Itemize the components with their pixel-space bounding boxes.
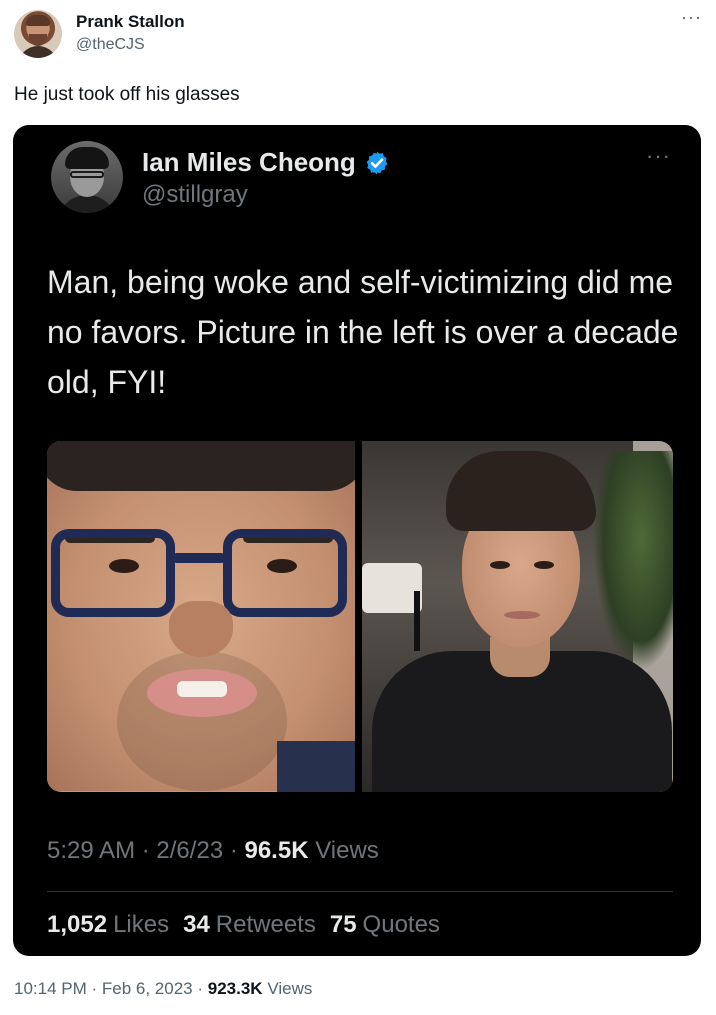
photo-bathtub	[362, 563, 422, 613]
avatar-hair	[26, 15, 50, 26]
quoted-author-name[interactable]: Ian Miles Cheong	[142, 147, 356, 178]
photo-teeth	[177, 681, 227, 697]
photo-hair	[446, 451, 596, 531]
likes-count: 1,052	[47, 911, 108, 938]
photo-mouth	[504, 611, 540, 619]
avatar-glasses	[70, 171, 104, 178]
outer-tweet-meta: 10:14 PM · Feb 6, 2023 · 923.3K Views	[14, 979, 312, 999]
photo-glasses-right-lens	[223, 529, 347, 617]
quotes-label: Quotes	[362, 911, 440, 938]
quotes-stat[interactable]: 75 Quotes	[330, 911, 440, 939]
outer-more-options-icon[interactable]: ···	[681, 8, 702, 26]
quoted-author-name-row[interactable]: Ian Miles Cheong	[142, 147, 390, 178]
outer-author-handle[interactable]: @theCJS	[76, 36, 145, 54]
meta-separator: ·	[91, 979, 102, 998]
outer-tweet-date[interactable]: Feb 6, 2023	[102, 979, 193, 998]
avatar-beard	[29, 34, 47, 46]
outer-tweet-text: He just took off his glasses	[14, 84, 240, 105]
quoted-author-handle[interactable]: @stillgray	[142, 181, 248, 209]
quoted-tweet-text: Man, being woke and self-victimizing did…	[47, 264, 679, 400]
photo-plant	[593, 451, 673, 671]
stats-divider	[47, 891, 673, 892]
quoted-views-label: Views	[315, 837, 379, 864]
outer-views-label: Views	[267, 979, 313, 998]
photo-candle	[414, 591, 420, 651]
meta-separator: ·	[229, 837, 245, 864]
quotes-count: 75	[329, 911, 357, 938]
retweets-label: Retweets	[215, 911, 316, 938]
meta-separator: ·	[197, 979, 208, 998]
likes-stat[interactable]: 1,052 Likes	[47, 911, 169, 939]
quoted-tweet-meta: 5:29 AM · 2/6/23 · 96.5K Views	[47, 837, 379, 865]
retweets-count: 34	[183, 911, 210, 938]
meta-separator: ·	[141, 837, 157, 864]
likes-label: Likes	[113, 911, 170, 938]
quoted-more-options-icon[interactable]: ···	[646, 145, 671, 167]
quoted-tweet-time[interactable]: 5:29 AM	[47, 837, 135, 864]
photo-right-eye	[534, 561, 554, 569]
tweet-photo-right[interactable]	[362, 441, 673, 792]
retweets-stat[interactable]: 34 Retweets	[183, 911, 316, 939]
outer-views-count: 923.3K	[207, 979, 263, 998]
outer-author-name[interactable]: Prank Stallon	[76, 12, 185, 32]
quoted-tweet-date[interactable]: 2/6/23	[156, 837, 223, 864]
photo-hair	[47, 441, 355, 491]
quoted-tweet-card[interactable]: Ian Miles Cheong @stillgray ··· Man, bei…	[13, 125, 701, 956]
avatar-shoulders	[18, 46, 58, 58]
quoted-tweet-stats: 1,052 Likes 34 Retweets 75 Quotes	[47, 911, 440, 939]
avatar-hair	[65, 147, 109, 169]
quoted-author-avatar[interactable]	[51, 141, 123, 213]
quoted-views-count: 96.5K	[244, 837, 309, 864]
photo-left-eye	[490, 561, 510, 569]
photo-shirt	[277, 741, 355, 792]
avatar-body	[57, 195, 117, 213]
outer-author-avatar[interactable]	[14, 10, 62, 58]
photo-glasses-bridge	[173, 553, 225, 563]
verified-badge-icon	[366, 151, 388, 174]
tweet-photo-left[interactable]	[47, 441, 355, 792]
photo-glasses-left-lens	[51, 529, 175, 617]
outer-tweet-time[interactable]: 10:14 PM	[14, 979, 87, 998]
photo-nose	[169, 601, 233, 657]
